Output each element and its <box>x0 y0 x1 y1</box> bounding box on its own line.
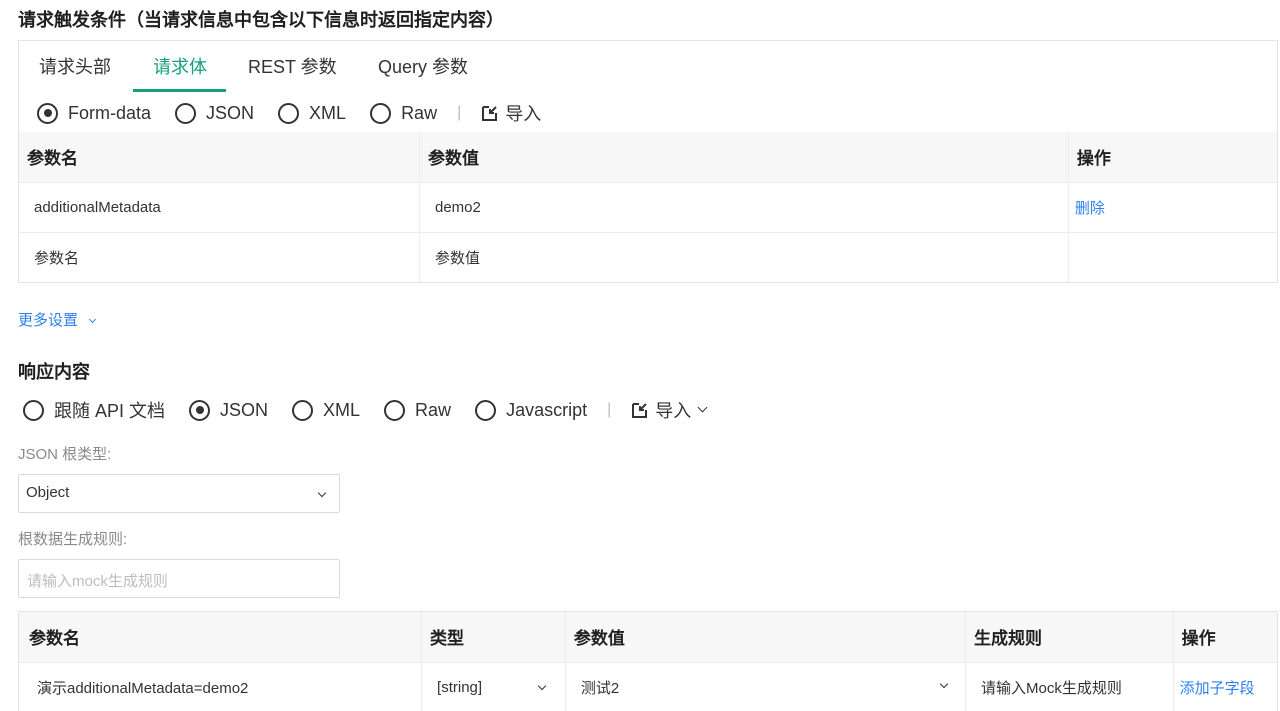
param-name-cell[interactable]: additionalMetadata <box>19 181 420 232</box>
import-label: 导入 <box>655 401 692 421</box>
radio-label: Raw <box>401 102 438 123</box>
radio-label: Raw <box>415 399 452 420</box>
response-type-radio-group: 跟随 API 文档 JSON XML Raw Javascript | 导入 <box>23 397 708 423</box>
table-row-new: 参数名 参数值 <box>19 231 1277 282</box>
radio-form-data[interactable]: Form-data <box>37 102 152 124</box>
tab-rest-params[interactable]: REST 参数 <box>248 53 337 93</box>
table-row: additionalMetadata demo2 删除 <box>19 181 1277 232</box>
table-header-row: 参数名 类型 参数值 生成规则 操作 <box>19 612 1277 662</box>
response-content-title: 响应内容 <box>18 362 90 382</box>
radio-json[interactable]: JSON <box>175 102 255 124</box>
request-conditions-panel: 请求头部 请求体 REST 参数 Query 参数 Form-data JSON… <box>18 40 1278 283</box>
tab-request-headers[interactable]: 请求头部 <box>39 53 111 93</box>
radio-label: 跟随 API 文档 <box>54 401 166 421</box>
radio-label: JSON <box>220 399 269 420</box>
field-type-select[interactable]: [string] <box>421 661 566 711</box>
column-header-action: 操作 <box>1172 612 1277 662</box>
body-type-radio-group: Form-data JSON XML Raw | 导入 <box>37 100 541 126</box>
param-value-cell[interactable]: demo2 <box>418 181 1069 232</box>
more-settings-label: 更多设置 <box>18 312 79 329</box>
column-header-action: 操作 <box>1067 132 1277 182</box>
separator: | <box>607 401 612 418</box>
radio-label: JSON <box>206 102 255 123</box>
import-button[interactable]: 导入 <box>481 100 541 126</box>
import-icon <box>482 106 498 121</box>
tab-request-body[interactable]: 请求体 <box>153 53 207 93</box>
chevron-down-icon <box>89 315 97 324</box>
radio-label: XML <box>309 102 347 123</box>
param-value-input[interactable]: 参数值 <box>418 231 1069 282</box>
select-value: 测试2 <box>580 679 620 697</box>
column-header-param-name: 参数名 <box>19 132 420 182</box>
mock-rule-input[interactable]: 请输入Mock生成规则 <box>965 661 1174 711</box>
tab-query-params[interactable]: Query 参数 <box>378 53 468 93</box>
import-icon <box>632 403 648 418</box>
json-root-type-select[interactable]: Object <box>18 474 340 513</box>
radio-checked-icon <box>189 399 211 421</box>
select-value: [string] <box>437 678 483 696</box>
chevron-down-icon <box>317 488 327 498</box>
more-settings-toggle[interactable]: 更多设置 <box>18 309 97 330</box>
radio-javascript[interactable]: Javascript <box>475 399 588 421</box>
radio-json[interactable]: JSON <box>189 399 269 421</box>
add-child-field-link[interactable]: 添加子字段 <box>1180 680 1255 697</box>
column-header-param-name: 参数名 <box>19 612 422 662</box>
radio-follow-api-doc[interactable]: 跟随 API 文档 <box>23 397 165 423</box>
column-header-param-value: 参数值 <box>418 132 1069 182</box>
select-value: Object <box>26 484 70 501</box>
radio-label: Javascript <box>506 399 588 420</box>
radio-raw[interactable]: Raw <box>384 399 452 421</box>
delete-link[interactable]: 删除 <box>1075 200 1105 217</box>
import-label: 导入 <box>505 104 542 124</box>
request-conditions-title: 请求触发条件（当请求信息中包含以下信息时返回指定内容） <box>18 10 504 30</box>
radio-label: Form-data <box>68 102 152 123</box>
root-rule-label: 根数据生成规则: <box>18 531 128 548</box>
radio-xml[interactable]: XML <box>292 399 361 421</box>
radio-unchecked-icon <box>175 102 197 124</box>
table-row: 演示additionalMetadata=demo2 [string] 测试2 … <box>19 661 1277 711</box>
column-header-rule: 生成规则 <box>965 612 1174 662</box>
separator: | <box>457 104 462 121</box>
table-header-row: 参数名 参数值 操作 <box>19 132 1277 182</box>
radio-unchecked-icon <box>475 399 497 421</box>
empty-action-cell <box>1067 231 1277 282</box>
param-name-input[interactable]: 参数名 <box>19 231 420 282</box>
import-dropdown-button[interactable]: 导入 <box>631 397 708 423</box>
radio-unchecked-icon <box>23 399 44 421</box>
response-fields-table: 参数名 类型 参数值 生成规则 操作 演示additionalMetadata=… <box>19 612 1277 711</box>
chevron-down-icon <box>697 402 708 412</box>
field-value-select[interactable]: 测试2 <box>564 661 966 711</box>
chevron-down-icon <box>939 679 949 688</box>
active-tab-indicator <box>133 89 226 92</box>
radio-label: XML <box>323 399 361 420</box>
request-tabs: 请求头部 请求体 REST 参数 Query 参数 <box>19 41 1277 93</box>
radio-xml[interactable]: XML <box>278 102 347 124</box>
radio-unchecked-icon <box>278 102 300 124</box>
radio-checked-icon <box>37 102 58 124</box>
column-header-param-value: 参数值 <box>564 612 966 662</box>
request-params-table: 参数名 参数值 操作 additionalMetadata demo2 删除 参… <box>19 132 1277 282</box>
radio-unchecked-icon <box>370 102 392 124</box>
chevron-down-icon <box>537 681 547 690</box>
root-rule-input[interactable]: 请输入mock生成规则 <box>18 559 340 598</box>
field-name-cell[interactable]: 演示additionalMetadata=demo2 <box>19 661 422 711</box>
json-root-type-label: JSON 根类型: <box>18 446 112 463</box>
column-header-type: 类型 <box>421 612 566 662</box>
response-fields-panel: 参数名 类型 参数值 生成规则 操作 演示additionalMetadata=… <box>18 611 1278 711</box>
radio-raw[interactable]: Raw <box>370 102 438 124</box>
radio-unchecked-icon <box>292 399 314 421</box>
radio-unchecked-icon <box>384 399 406 421</box>
